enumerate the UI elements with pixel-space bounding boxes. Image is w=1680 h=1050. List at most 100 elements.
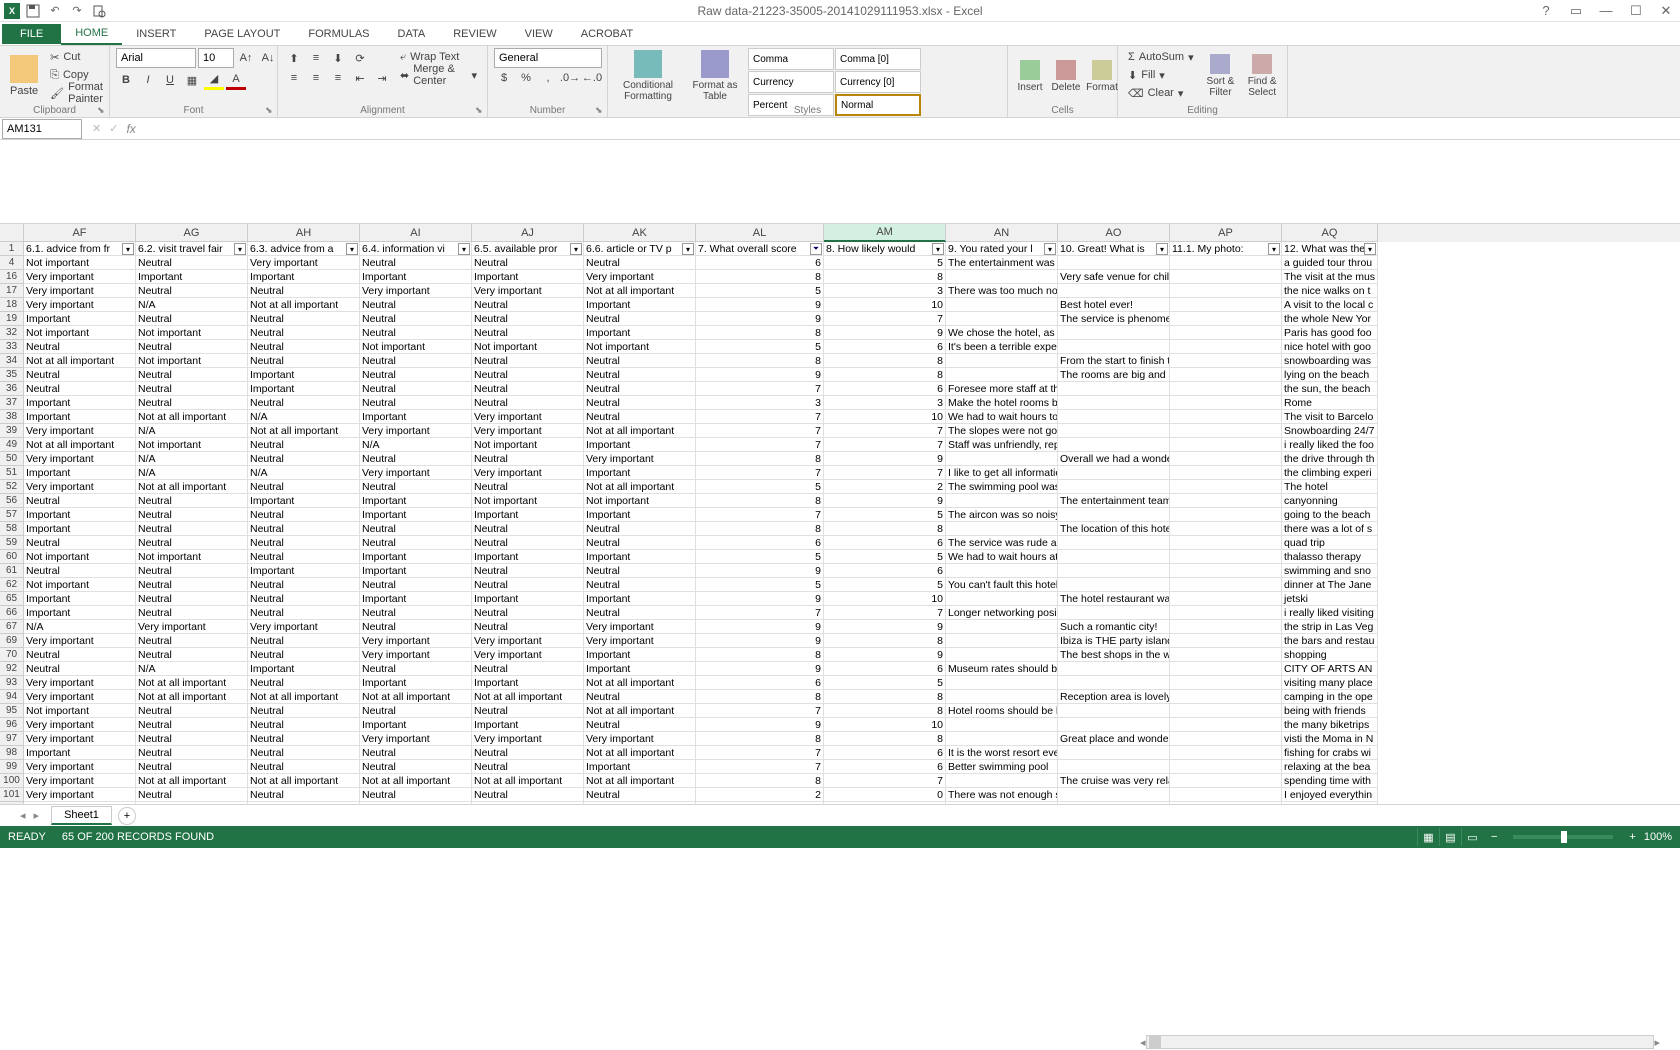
cell[interactable]: Rome [1282,396,1378,410]
cell[interactable]: a guided tour throu [1282,256,1378,270]
cell[interactable]: Very important [584,452,696,466]
header-cell[interactable]: 10. Great! What is▾ [1058,242,1170,256]
cell[interactable] [1058,480,1170,494]
cell[interactable]: It is the worst resort ever. [946,746,1058,760]
zoom-out-icon[interactable]: − [1491,831,1497,843]
cell[interactable]: There was too much noise in the hotel ne… [946,284,1058,298]
cell[interactable]: Important [24,592,136,606]
column-header[interactable]: AO [1058,224,1170,242]
cell[interactable]: Neutral [248,704,360,718]
row-header[interactable]: 59 [0,536,24,550]
cell[interactable] [1170,564,1282,578]
cell[interactable]: Important [360,494,472,508]
cell[interactable]: Important [360,718,472,732]
cell[interactable]: Neutral [248,718,360,732]
cell[interactable] [1170,284,1282,298]
row-header[interactable]: 66 [0,606,24,620]
tab-insert[interactable]: INSERT [122,24,190,44]
cell[interactable]: the nice walks on t [1282,284,1378,298]
formula-bar-expanded[interactable] [0,140,1680,224]
cell[interactable]: Not at all important [248,690,360,704]
cell[interactable]: Neutral [248,676,360,690]
cell[interactable] [1058,438,1170,452]
cell[interactable]: Neutral [360,382,472,396]
cell[interactable]: 2 [824,480,946,494]
cell[interactable]: Important [136,270,248,284]
header-cell[interactable]: 6.5. available pror▾ [472,242,584,256]
cell[interactable]: N/A [136,662,248,676]
cell[interactable] [1058,802,1170,804]
cell[interactable] [1170,508,1282,522]
cell[interactable]: Such a romantic city! [1058,620,1170,634]
cell[interactable]: Not at all important [24,354,136,368]
cell[interactable]: N/A [24,620,136,634]
cell[interactable]: Neutral [360,326,472,340]
dialog-launcher-icon[interactable]: ⬊ [595,105,605,115]
cell[interactable]: Neutral [136,634,248,648]
cell[interactable]: Important [360,410,472,424]
style-comma0[interactable]: Comma [0] [835,48,921,70]
cell[interactable]: Neutral [472,452,584,466]
row-header[interactable]: 57 [0,508,24,522]
cell[interactable]: 7 [696,606,824,620]
cell[interactable] [1170,662,1282,676]
cell[interactable]: camping in the ope [1282,690,1378,704]
cell[interactable] [1058,578,1170,592]
cell[interactable]: Best hotel ever! [1058,298,1170,312]
increase-font-icon[interactable]: A↑ [236,48,256,68]
cell[interactable] [1058,326,1170,340]
tab-page-layout[interactable]: PAGE LAYOUT [190,24,294,44]
cell[interactable]: Neutral [136,788,248,802]
cell[interactable]: 8 [696,522,824,536]
cell[interactable]: there was a lot of s [1282,522,1378,536]
cell[interactable]: Neutral [248,536,360,550]
cell[interactable]: Neutral [584,410,696,424]
cell[interactable]: Paris has good foo [1282,326,1378,340]
cell[interactable]: 7 [824,466,946,480]
cell[interactable] [946,774,1058,788]
header-cell[interactable]: 6.2. visit travel fair▾ [136,242,248,256]
delete-cells-button[interactable]: Delete [1050,48,1082,104]
cell[interactable] [1058,564,1170,578]
cell[interactable]: Very important [24,424,136,438]
cell[interactable]: Neutral [360,354,472,368]
cell[interactable]: 9 [824,620,946,634]
cell[interactable]: Neutral [472,312,584,326]
cell[interactable]: Not important [24,256,136,270]
row-header[interactable]: 16 [0,270,24,284]
cell[interactable]: the many biketrips [1282,718,1378,732]
cell[interactable]: Not at all important [584,746,696,760]
cell[interactable]: snowboarding was [1282,354,1378,368]
cell[interactable]: Neutral [360,312,472,326]
name-box[interactable] [2,119,82,139]
redo-icon[interactable]: ↷ [68,2,86,20]
minimize-icon[interactable]: — [1592,2,1620,20]
cell[interactable] [1170,368,1282,382]
cell[interactable]: Foresee more staff at the check-in. [946,382,1058,396]
row-header[interactable]: 92 [0,662,24,676]
column-header[interactable]: AJ [472,224,584,242]
page-layout-view-icon[interactable]: ▤ [1439,828,1461,846]
style-comma[interactable]: Comma [748,48,834,70]
comma-format-icon[interactable]: , [538,68,558,88]
cell[interactable] [1170,690,1282,704]
cell[interactable]: Neutral [136,368,248,382]
cell[interactable]: Neutral [584,578,696,592]
cell[interactable]: Not at all important [584,704,696,718]
filter-dropdown-icon[interactable]: ▾ [346,243,358,255]
cell[interactable]: Neutral [584,564,696,578]
cell[interactable]: Hotel rooms should be bigger [946,704,1058,718]
row-header[interactable]: 58 [0,522,24,536]
cell[interactable]: Very important [24,284,136,298]
cell[interactable] [946,270,1058,284]
tab-file[interactable]: FILE [2,24,61,44]
cell[interactable]: Not at all important [136,410,248,424]
row-header[interactable]: 94 [0,690,24,704]
cell[interactable] [1058,382,1170,396]
cell[interactable]: Neutral [136,508,248,522]
cell[interactable]: N/A [248,466,360,480]
cell[interactable]: The entertainment was so bad: they shoul… [946,256,1058,270]
cell[interactable]: Very important [24,634,136,648]
cell[interactable]: Neutral [584,606,696,620]
column-header[interactable]: AP [1170,224,1282,242]
